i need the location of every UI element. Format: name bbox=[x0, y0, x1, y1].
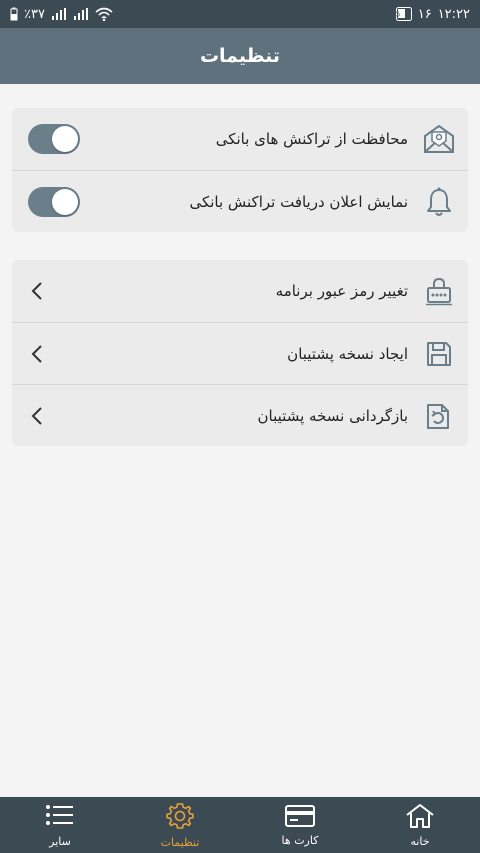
nav-label: سایر bbox=[49, 834, 71, 848]
bottom-nav: سایر تنظیمات کارت ها خانه bbox=[0, 797, 480, 853]
action-label: بازگردانی نسخه پشتیبان bbox=[257, 406, 408, 425]
svg-text:G: G bbox=[396, 11, 400, 19]
nav-label: کارت ها bbox=[281, 833, 319, 847]
chevron-left-icon bbox=[28, 280, 46, 302]
transaction-notification-toggle[interactable] bbox=[28, 186, 80, 217]
app-actions-card: تغییر رمز عبور برنامه ایجاد نسخه پشتیبان bbox=[12, 260, 468, 446]
translate-icon: G bbox=[395, 7, 412, 21]
credit-card-icon bbox=[285, 804, 315, 831]
toggle-knob bbox=[52, 126, 78, 152]
setting-row-transaction-protection[interactable]: محافظت از تراکنش های بانکی bbox=[12, 108, 468, 170]
setting-row-transaction-notification[interactable]: نمایش اعلان دریافت تراکنش بانکی bbox=[12, 170, 468, 232]
action-label: تغییر رمز عبور برنامه bbox=[275, 282, 408, 300]
battery-icon bbox=[10, 7, 18, 21]
home-icon bbox=[405, 803, 435, 832]
page-title: تنظیمات bbox=[199, 45, 281, 67]
chevron-left-icon bbox=[28, 405, 46, 427]
gear-icon bbox=[166, 802, 194, 833]
nav-label: خانه bbox=[410, 834, 430, 848]
action-row-restore-backup[interactable]: بازگردانی نسخه پشتیبان bbox=[12, 384, 468, 446]
chevron-left-icon bbox=[28, 343, 46, 365]
action-row-create-backup[interactable]: ایجاد نسخه پشتیبان bbox=[12, 322, 468, 384]
setting-label: نمایش اعلان دریافت تراکنش بانکی bbox=[189, 192, 408, 211]
signal-icon bbox=[51, 8, 67, 20]
bell-icon bbox=[422, 185, 456, 219]
action-row-change-password[interactable]: تغییر رمز عبور برنامه bbox=[12, 260, 468, 322]
action-label: ایجاد نسخه پشتیبان bbox=[287, 344, 408, 363]
security-settings-card: محافظت از تراکنش های بانکی نمایش اعلان د… bbox=[12, 108, 468, 232]
nav-item-home[interactable]: خانه bbox=[360, 797, 480, 853]
battery-percent: ٪۳۷ bbox=[24, 6, 45, 22]
nav-item-settings[interactable]: تنظیمات bbox=[120, 797, 240, 853]
menu-list-icon bbox=[45, 803, 75, 832]
floppy-disk-icon bbox=[422, 337, 456, 371]
restore-file-icon bbox=[422, 399, 456, 433]
nav-item-cards[interactable]: کارت ها bbox=[240, 797, 360, 853]
nav-item-other[interactable]: سایر bbox=[0, 797, 120, 853]
nav-label: تنظیمات bbox=[160, 835, 200, 849]
wifi-icon bbox=[95, 7, 113, 21]
transaction-protection-toggle[interactable] bbox=[28, 124, 80, 154]
status-time: ۱۲:۲۲ bbox=[437, 6, 470, 22]
status-left: ٪۳۷ bbox=[10, 7, 113, 22]
status-bar: ٪۳۷ ۱۲:۲۲ ۱۶ G bbox=[0, 0, 480, 28]
signal-icon-2 bbox=[73, 8, 89, 20]
status-date: ۱۶ bbox=[417, 6, 432, 22]
toggle-knob bbox=[52, 188, 78, 215]
setting-label: محافظت از تراکنش های بانکی bbox=[215, 130, 408, 148]
status-right: ۱۲:۲۲ ۱۶ G bbox=[395, 6, 470, 22]
envelope-shield-icon bbox=[422, 122, 456, 156]
app-bar: تنظیمات bbox=[0, 28, 480, 84]
password-lock-icon bbox=[422, 274, 456, 308]
